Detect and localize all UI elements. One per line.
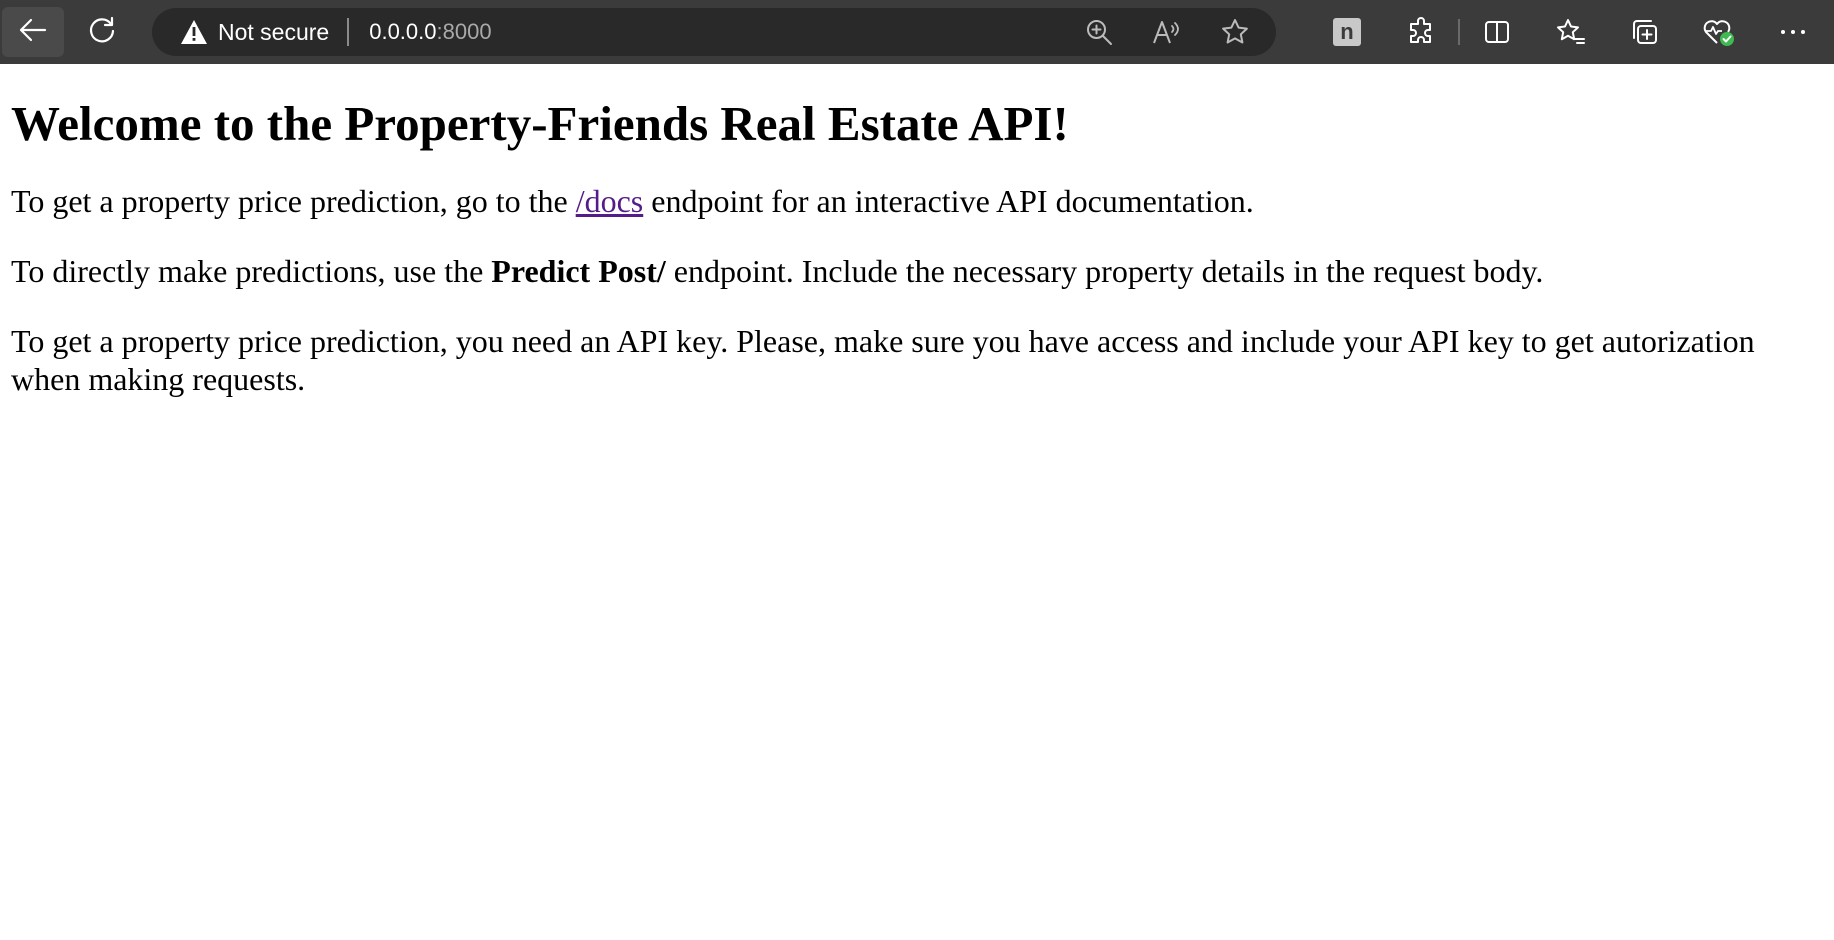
- collections-icon[interactable]: [1628, 15, 1662, 49]
- more-icon[interactable]: [1776, 15, 1810, 49]
- predict-endpoint-name: Predict Post/: [491, 253, 666, 290]
- page-content: Welcome to the Property-Friends Real Est…: [0, 64, 1834, 398]
- address-separator: [347, 18, 350, 46]
- docs-paragraph: To get a property price prediction, go t…: [11, 182, 1823, 220]
- docs-text-before: To get a property price prediction, go t…: [11, 183, 576, 220]
- extensions-puzzle-icon[interactable]: [1404, 15, 1438, 49]
- read-aloud-icon[interactable]: [1150, 15, 1184, 49]
- address-bar[interactable]: Not secure 0.0.0.0:8000: [152, 8, 1276, 56]
- predict-paragraph: To directly make predictions, use the Pr…: [11, 252, 1823, 290]
- docs-link[interactable]: /docs: [576, 183, 644, 219]
- docs-text-after: endpoint for an interactive API document…: [643, 183, 1254, 220]
- api-key-paragraph: To get a property price prediction, you …: [11, 323, 1755, 398]
- browser-essentials-icon[interactable]: [1702, 15, 1736, 49]
- reload-button[interactable]: [76, 7, 128, 57]
- toolbar-divider: [1458, 19, 1460, 45]
- warning-icon[interactable]: [180, 18, 208, 46]
- extension-n-icon[interactable]: n: [1330, 15, 1364, 49]
- split-screen-icon[interactable]: [1480, 15, 1514, 49]
- url-port[interactable]: :8000: [437, 19, 492, 45]
- extension-n-label: n: [1333, 18, 1361, 46]
- page-title: Welcome to the Property-Friends Real Est…: [11, 96, 1069, 151]
- predict-text-after: endpoint. Include the necessary property…: [665, 253, 1544, 290]
- predict-text-before: To directly make predictions, use the: [11, 253, 492, 290]
- zoom-icon[interactable]: [1082, 15, 1116, 49]
- url-host[interactable]: 0.0.0.0: [369, 19, 436, 45]
- reload-icon: [87, 15, 117, 50]
- browser-toolbar: Not secure 0.0.0.0:8000 n: [0, 0, 1834, 64]
- security-label[interactable]: Not secure: [218, 19, 329, 46]
- favorite-star-icon[interactable]: [1218, 15, 1252, 49]
- back-button[interactable]: [2, 7, 64, 57]
- back-icon: [18, 15, 48, 50]
- favorites-icon[interactable]: [1554, 15, 1588, 49]
